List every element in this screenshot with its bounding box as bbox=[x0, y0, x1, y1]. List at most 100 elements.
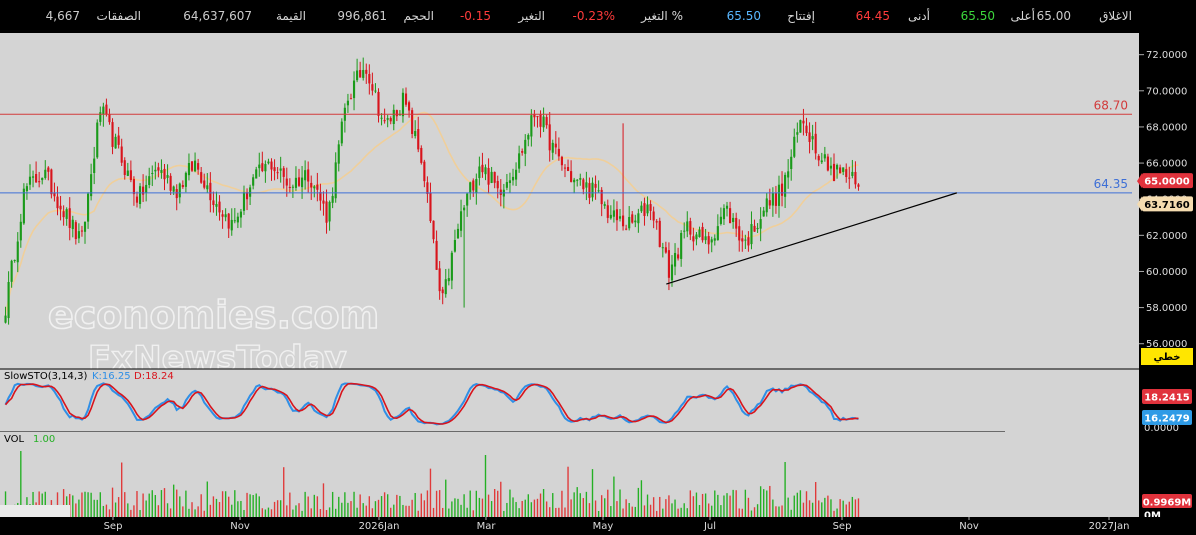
volume-bar-234 bbox=[720, 505, 722, 517]
volume-bar-236 bbox=[726, 493, 728, 517]
candle-body-234 bbox=[719, 216, 722, 224]
chart-type-button[interactable]: خطي bbox=[1141, 348, 1193, 365]
candle-body-63 bbox=[197, 163, 200, 170]
candle-body-80 bbox=[249, 187, 252, 197]
stochastic-tags: 0.000018.241516.2479 bbox=[1142, 389, 1192, 434]
volume-bar-164 bbox=[506, 502, 508, 517]
candle-body-169 bbox=[521, 151, 524, 153]
candle-body-175 bbox=[539, 114, 542, 127]
candle-body-144 bbox=[444, 279, 447, 295]
candle-body-7 bbox=[25, 186, 28, 192]
volume-bar-45 bbox=[142, 493, 144, 517]
watermark-line-1: economies.com bbox=[48, 293, 379, 337]
header-value-8: 4,667 bbox=[46, 9, 80, 23]
volume-bar-107 bbox=[331, 491, 334, 517]
candle-body-205 bbox=[631, 214, 634, 223]
candle-body-50 bbox=[157, 167, 160, 171]
volume-bar-244 bbox=[750, 510, 753, 517]
volume-label: 1.00 bbox=[33, 434, 55, 445]
volume-bar-228 bbox=[701, 493, 704, 517]
volume-bar-136 bbox=[420, 493, 422, 517]
candle-body-127 bbox=[392, 109, 395, 124]
volume-bar-223 bbox=[686, 508, 688, 517]
candle-body-210 bbox=[646, 204, 649, 214]
candle-body-60 bbox=[187, 163, 191, 176]
volume-bar-200 bbox=[616, 501, 618, 517]
candle-body-41 bbox=[129, 170, 132, 181]
volume-bar-86 bbox=[267, 507, 270, 517]
volume-bar-22 bbox=[72, 495, 74, 517]
volume-bar-142 bbox=[438, 490, 441, 517]
volume-bar-203 bbox=[625, 499, 627, 517]
volume-bar-222 bbox=[683, 503, 685, 517]
candle-body-84 bbox=[261, 163, 264, 172]
candle-body-12 bbox=[41, 177, 44, 181]
candle-body-9 bbox=[31, 176, 35, 178]
volume-bar-30 bbox=[96, 499, 98, 517]
volume-bar-157 bbox=[484, 455, 487, 517]
candle-body-162 bbox=[499, 189, 502, 195]
volume-bar-111 bbox=[344, 492, 346, 517]
volume-bar-211 bbox=[649, 504, 652, 517]
candle-body-131 bbox=[404, 93, 408, 105]
volume-bar-100 bbox=[310, 508, 312, 517]
candle-body-269 bbox=[826, 156, 829, 171]
volume-bar-278 bbox=[854, 499, 857, 517]
candle-body-116 bbox=[359, 70, 362, 78]
candle-body-70 bbox=[218, 201, 221, 213]
volume-bar-55 bbox=[172, 484, 175, 517]
volume-bar-209 bbox=[643, 505, 646, 517]
volume-bar-159 bbox=[490, 501, 493, 517]
volume-bar-180 bbox=[555, 507, 557, 517]
candle-body-85 bbox=[264, 164, 267, 172]
candle-body-59 bbox=[184, 172, 187, 187]
volume-bar-167 bbox=[515, 502, 517, 517]
volume-bar-233 bbox=[717, 494, 719, 517]
volume-bar-25 bbox=[81, 492, 83, 517]
volume-bar-135 bbox=[417, 510, 419, 517]
candle-body-65 bbox=[203, 180, 206, 188]
volume-bar-272 bbox=[836, 508, 838, 517]
candle-body-195 bbox=[600, 189, 603, 205]
candle-body-190 bbox=[585, 182, 588, 188]
candle-body-189 bbox=[582, 179, 585, 190]
volume-bar-168 bbox=[518, 508, 520, 517]
volume-bar-28 bbox=[90, 492, 92, 517]
candle-body-132 bbox=[408, 102, 411, 111]
candle-body-44 bbox=[138, 186, 142, 205]
candle-body-167 bbox=[515, 169, 518, 180]
candle-body-39 bbox=[123, 160, 126, 175]
volume-bar-232 bbox=[714, 490, 716, 517]
volume-bar-40 bbox=[127, 503, 129, 517]
candle-body-109 bbox=[337, 144, 340, 164]
volume-bar-98 bbox=[304, 491, 306, 517]
candle-body-68 bbox=[212, 200, 215, 205]
candle-body-25 bbox=[80, 230, 84, 232]
candle-body-224 bbox=[689, 221, 692, 235]
header-value-2: 64.45 bbox=[856, 9, 890, 23]
candle-body-15 bbox=[50, 169, 53, 195]
candle-body-225 bbox=[692, 236, 695, 242]
volume-bar-123 bbox=[380, 496, 383, 517]
candle-body-248 bbox=[762, 210, 765, 217]
volume-panel[interactable] bbox=[0, 432, 1139, 517]
volume-bar-79 bbox=[246, 492, 248, 517]
candle-body-259 bbox=[796, 132, 799, 135]
candle-body-275 bbox=[845, 169, 848, 178]
candle-body-93 bbox=[288, 186, 291, 188]
volume-bar-105 bbox=[325, 510, 328, 517]
candle-body-52 bbox=[163, 168, 166, 180]
candle-body-37 bbox=[117, 135, 120, 145]
candle-body-164 bbox=[505, 182, 508, 188]
volume-bar-104 bbox=[322, 483, 325, 517]
candle-body-168 bbox=[518, 153, 521, 169]
candle-body-276 bbox=[848, 177, 851, 179]
candle-body-166 bbox=[511, 176, 515, 181]
candle-body-4 bbox=[16, 241, 19, 263]
volume-bar-109 bbox=[338, 496, 340, 517]
candle-body-229 bbox=[704, 236, 707, 241]
candle-body-216 bbox=[664, 247, 667, 253]
volume-bar-253 bbox=[778, 506, 780, 517]
volume-bar-206 bbox=[634, 506, 636, 517]
header-value-3: 65.50 bbox=[727, 9, 761, 23]
